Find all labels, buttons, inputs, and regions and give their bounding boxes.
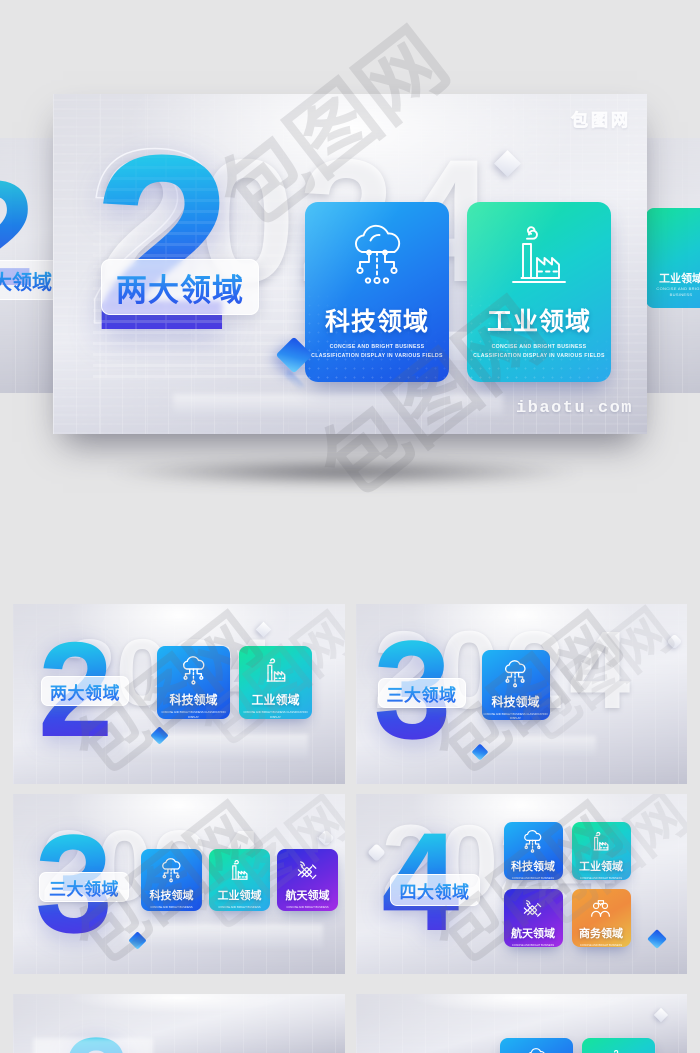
thumb3-card-tech: 科技领域 CONCISE AND BRIGHT BUSINESS CLASSIF… <box>141 849 202 911</box>
satellite-icon <box>516 897 549 921</box>
thumb-partial-right-card-tech <box>499 1038 573 1053</box>
thumb4-card-space-sub: CONCISE AND BRIGHT BUSINESS CLASSIFICATI… <box>511 944 555 947</box>
thumb3-card-space-title: 航天领域 <box>285 890 330 903</box>
thumb2-card-list: 科技领域 CONCISE AND BRIGHT BUSINESS CLASSIF… <box>481 650 550 720</box>
thumb1-badge-label: 两大领域 <box>50 679 120 704</box>
side-card-right-title: 工业领域 <box>659 273 700 285</box>
thumb4-card-space: 航天领域 CONCISE AND BRIGHT BUSINESS CLASSIF… <box>503 889 563 947</box>
thumbnail-two-fields[interactable]: 2024 2 两大领域 科技领域 CONCISE AND BRIGHT <box>13 604 345 784</box>
page-root: 2 两大领域 工业领域 CONCISE AND BRIGHT BUSINESS … <box>0 0 700 1053</box>
thumb4-card-list: 科技领域 CONCISE AND BRIGHT BUSINESS CLASSIF… <box>503 822 649 947</box>
field-card-tech-sub1: CONCISE AND BRIGHT BUSINESS <box>329 344 425 350</box>
thumbnail-grid: 2024 2 两大领域 科技领域 CONCISE AND BRIGHT <box>13 604 687 974</box>
factory-icon <box>222 858 256 884</box>
thumb1-card-tech: 科技领域 CONCISE AND BRIGHT BUSINESS CLASSIF… <box>157 646 230 719</box>
side-badge-left-label: 两大领域 <box>0 266 52 295</box>
hero-drop-shadow <box>110 461 580 483</box>
thumbnail-partial-right[interactable] <box>355 994 687 1053</box>
thumbnail-partial-left[interactable]: 2 <box>13 994 345 1053</box>
side-badge-left: 两大领域 <box>0 260 60 300</box>
thumb4-badge-label: 四大领域 <box>400 878 470 903</box>
satellite-icon <box>290 858 324 884</box>
cloud-circuit-icon <box>496 659 534 689</box>
thumb4-badge: 四大领域 <box>389 874 480 906</box>
thumb4-card-business: 商务领域 CONCISE AND BRIGHT BUSINESS CLASSIF… <box>571 889 631 947</box>
thumbnail-three-fields[interactable]: 2024 3 三大领域 科技领域 CONCISE AND BRIGHT <box>13 794 345 974</box>
factory-icon <box>503 224 575 290</box>
cloud-circuit-icon <box>154 857 188 884</box>
thumb3-card-space: 航天领域 CONCISE AND BRIGHT BUSINESS CLASSIF… <box>277 849 338 911</box>
thumb2-card-tech: 科技领域 CONCISE AND BRIGHT BUSINESS CLASSIF… <box>481 650 550 720</box>
field-card-industry[interactable]: 工业领域 CONCISE AND BRIGHT BUSINESS CLASSIF… <box>467 202 611 382</box>
factory-icon <box>255 656 296 687</box>
thumb1-card-tech-sub: CONCISE AND BRIGHT BUSINESS CLASSIFICATI… <box>161 711 226 719</box>
thumb4-card-industry: 工业领域 CONCISE AND BRIGHT BUSINESS CLASSIF… <box>571 822 631 880</box>
thumb2-card-tech-title: 科技领域 <box>491 694 540 709</box>
field-card-industry-sub1: CONCISE AND BRIGHT BUSINESS <box>491 344 587 350</box>
thumb3-badge-label: 三大领域 <box>49 875 119 900</box>
cloud-circuit-icon <box>516 830 549 854</box>
field-card-tech-title: 科技领域 <box>324 308 429 336</box>
thumb3-card-industry: 工业领域 CONCISE AND BRIGHT BUSINESS CLASSIF… <box>209 849 270 911</box>
thumb1-card-tech-title: 科技领域 <box>169 693 218 708</box>
thumb1-card-industry: 工业领域 CONCISE AND BRIGHT BUSINESS CLASSIF… <box>239 646 312 719</box>
cloud-circuit-icon <box>516 1048 557 1053</box>
factory-icon <box>584 830 617 854</box>
thumbnail-three-fields-single[interactable]: 2024 3 三大领域 科技领域 CONCISE AND BRIGHT <box>355 604 687 784</box>
thumb1-plate <box>123 734 308 758</box>
thumb3-card-space-sub: CONCISE AND BRIGHT BUSINESS CLASSIFICATI… <box>286 906 329 911</box>
thumb4-card-tech: 科技领域 CONCISE AND BRIGHT BUSINESS CLASSIF… <box>503 822 563 880</box>
business-people-icon <box>584 897 617 921</box>
thumb2-plate <box>485 736 596 756</box>
thumb3-card-tech-sub: CONCISE AND BRIGHT BUSINESS CLASSIFICATI… <box>150 906 193 911</box>
field-card-industry-title: 工业领域 <box>486 308 591 336</box>
thumb4-card-tech-title: 科技领域 <box>511 861 555 874</box>
thumb1-card-industry-sub: CONCISE AND BRIGHT BUSINESS CLASSIFICATI… <box>243 711 308 719</box>
thumb2-badge-label: 三大领域 <box>387 681 457 706</box>
thumb1-card-industry-title: 工业领域 <box>251 693 300 708</box>
hero-carousel: 2 两大领域 工业领域 CONCISE AND BRIGHT BUSINESS … <box>0 86 700 483</box>
thumb1-badge: 两大领域 <box>41 676 129 706</box>
factory-icon <box>598 1048 639 1053</box>
thumb4-card-tech-sub: CONCISE AND BRIGHT BUSINESS CLASSIFICATI… <box>511 877 555 880</box>
thumb3-badge: 三大领域 <box>39 872 129 902</box>
thumb3-card-list: 科技领域 CONCISE AND BRIGHT BUSINESS CLASSIF… <box>141 849 338 911</box>
cloud-circuit-icon <box>173 656 214 687</box>
side-card-right-sub1: CONCISE AND BRIGHT BUSINESS <box>656 286 700 297</box>
thumb2-card-tech-sub: CONCISE AND BRIGHT BUSINESS CLASSIFICATI… <box>483 712 548 720</box>
side-card-right: 工业领域 CONCISE AND BRIGHT BUSINESS <box>646 208 700 308</box>
field-card-tech-sub2: CLASSIFICATION DISPLAY IN VARIOUS FIELDS <box>311 352 443 359</box>
thumb-partial-left-plate <box>33 1038 153 1053</box>
url-watermark: ibaotu.com <box>515 399 633 418</box>
field-count-badge-label: 两大领域 <box>116 265 244 310</box>
hero-slide[interactable]: 2024 2 2 两大领域 <box>53 94 647 434</box>
brand-watermark: 包图网 <box>571 111 631 131</box>
big-numeral: 2 <box>93 103 233 382</box>
field-card-tech[interactable]: 科技领域 CONCISE AND BRIGHT BUSINESS CLASSIF… <box>305 202 449 382</box>
thumb1-card-list: 科技领域 CONCISE AND BRIGHT BUSINESS CLASSIF… <box>157 646 312 719</box>
thumb3-card-industry-title: 工业领域 <box>217 890 262 903</box>
thumb4-card-space-title: 航天领域 <box>511 928 555 941</box>
floor-plate-band <box>173 394 503 416</box>
cloud-circuit-icon <box>341 224 413 290</box>
thumb4-card-industry-sub: CONCISE AND BRIGHT BUSINESS CLASSIFICATI… <box>579 877 623 880</box>
thumbnail-grid-partial-row: 2 <box>13 994 687 1053</box>
thumb3-plate <box>123 924 323 948</box>
field-card-industry-sub2: CLASSIFICATION DISPLAY IN VARIOUS FIELDS <box>473 352 605 359</box>
thumb3-card-industry-sub: CONCISE AND BRIGHT BUSINESS CLASSIFICATI… <box>218 906 261 911</box>
thumb4-card-business-title: 商务领域 <box>579 928 623 941</box>
field-count-badge[interactable]: 两大领域 <box>101 259 259 315</box>
thumb3-card-tech-title: 科技领域 <box>149 890 194 903</box>
field-card-list: 科技领域 CONCISE AND BRIGHT BUSINESS CLASSIF… <box>305 202 611 382</box>
thumb-partial-right-card-industry <box>581 1038 655 1053</box>
thumb4-card-business-sub: CONCISE AND BRIGHT BUSINESS CLASSIFICATI… <box>579 944 623 947</box>
thumb2-badge: 三大领域 <box>377 678 466 708</box>
thumbnail-four-fields[interactable]: 2024 4 四大领域 科技领域 CONCISE AND BRIGHT BUSI… <box>355 794 687 974</box>
thumb4-card-industry-title: 工业领域 <box>579 861 623 874</box>
